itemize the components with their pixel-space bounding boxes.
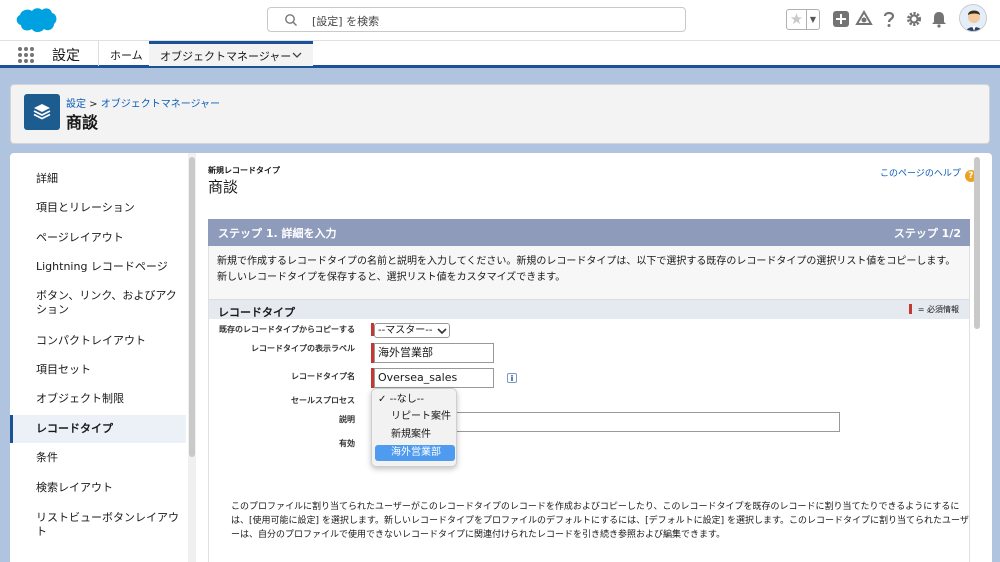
nav-tab-home[interactable]: ホーム: [110, 47, 143, 63]
user-avatar-icon: [960, 5, 986, 31]
sidebar-item-list-view-button-layout[interactable]: リストビューボタンレイアウト: [10, 505, 186, 545]
main-scrollbar[interactable]: [972, 153, 982, 562]
favorites-dropdown-icon[interactable]: ▼: [806, 10, 819, 29]
sidebar-item-label: 項目とリレーション: [36, 201, 135, 214]
section-title: レコードタイプ: [218, 306, 295, 319]
breadcrumb-object-manager-link[interactable]: オブジェクトマネージャー: [101, 99, 220, 110]
intro-text: 新規で作成するレコードタイプの名前と説明を入力してください。新規のレコードタイプ…: [217, 256, 956, 283]
object-sidebar: 詳細 項目とリレーション ページレイアウト Lightning レコードページ …: [10, 153, 188, 562]
sidebar-item-field-sets[interactable]: 項目セット: [10, 356, 186, 384]
main-content: 新規レコードタイプ 商談 このページのヘルプ? ステップ 1. 詳細を入力 ステ…: [196, 153, 982, 562]
chevron-down-icon[interactable]: [292, 50, 302, 60]
record-type-name-label: レコードタイプ名: [291, 372, 355, 381]
app-nav-bar: 設定 ホーム オブジェクトマネージャー: [0, 40, 1000, 68]
global-header: [設定] を検索 ★ ▼: [0, 0, 1000, 40]
sidebar-item-label: Lightning レコードページ: [36, 260, 168, 273]
object-manager-icon: [24, 94, 60, 130]
record-type-form: 既存のレコードタイプからコピーする --マスター-- レコードタイプの表示ラベル…: [209, 319, 969, 562]
page-header: 設定 > オブジェクトマネージャー 商談: [10, 84, 990, 144]
sales-process-label: セールスプロセス: [291, 396, 355, 405]
step-label: ステップ 1. 詳細を入力: [218, 227, 337, 240]
page-title: 商談: [66, 113, 99, 132]
sidebar-item-search-layouts[interactable]: 検索レイアウト: [10, 474, 186, 502]
sidebar-item-label: ページレイアウト: [36, 231, 124, 244]
sidebar-item-label: リストビューボタンレイアウト: [36, 511, 179, 538]
section-header: レコードタイプ = 必須情報: [209, 299, 969, 319]
search-placeholder: [設定] を検索: [312, 15, 380, 28]
sales-process-dropdown[interactable]: ✓ --なし-- リピート案件 新規案件 海外営業部: [371, 388, 457, 467]
sidebar-item-label: ボタン、リンク、およびアクション: [36, 289, 177, 316]
breadcrumb: 設定 > オブジェクトマネージャー: [66, 95, 220, 110]
sidebar-scrollbar-thumb[interactable]: [189, 157, 195, 457]
favorites-star-icon[interactable]: ★: [788, 10, 805, 29]
sidebar-scrollbar[interactable]: [188, 153, 196, 562]
dropdown-option-highlighted[interactable]: 海外営業部: [375, 445, 455, 461]
nav-tab-label: オブジェクトマネージャー: [160, 50, 292, 63]
dropdown-option-label: --なし--: [389, 394, 424, 405]
add-icon[interactable]: [832, 10, 850, 28]
info-icon[interactable]: i: [507, 373, 517, 383]
copy-from-select[interactable]: --マスター--: [374, 323, 450, 338]
favorites-button[interactable]: ★ ▼: [786, 9, 820, 30]
sidebar-item-label: レコードタイプ: [36, 422, 113, 435]
sidebar-item-lightning-record-pages[interactable]: Lightning レコードページ: [10, 253, 186, 281]
sidebar-item-compact-layouts[interactable]: コンパクトレイアウト: [10, 327, 186, 355]
description-label: 説明: [339, 415, 355, 424]
display-label-label: レコードタイプの表示ラベル: [251, 344, 355, 353]
help-link-label: このページのヘルプ: [880, 169, 961, 179]
dropdown-option-label: 新規案件: [391, 429, 431, 440]
sidebar-item-label: コンパクトレイアウト: [36, 334, 146, 347]
sidebar-item-fields[interactable]: 項目とリレーション: [10, 194, 186, 222]
global-search-input[interactable]: [設定] を検索: [267, 7, 686, 32]
sidebar-item-label: 詳細: [36, 172, 58, 185]
help-icon[interactable]: [880, 10, 898, 28]
dropdown-option[interactable]: 新規案件: [375, 427, 455, 443]
step-count: ステップ 1/2: [893, 227, 961, 240]
gear-icon[interactable]: [905, 10, 923, 28]
search-icon: [285, 14, 297, 26]
sidebar-item-label: 項目セット: [36, 363, 91, 376]
bell-icon[interactable]: [930, 10, 948, 28]
sidebar-item-label: 条件: [36, 451, 58, 464]
dropdown-option[interactable]: リピート案件: [375, 409, 455, 425]
profile-assignment-note: このプロファイルに割り当てられたユーザーがこのレコードタイプのレコードを作成およ…: [231, 502, 969, 540]
required-info-legend: = 必須情報: [908, 304, 959, 315]
page-subtitle: 新規レコードタイプ: [208, 166, 280, 175]
copy-from-value: --マスター--: [378, 325, 433, 336]
active-label: 有効: [339, 439, 355, 448]
sidebar-item-details[interactable]: 詳細: [10, 165, 186, 193]
dropdown-option-label: 海外営業部: [391, 447, 441, 458]
copy-from-label: 既存のレコードタイプからコピーする: [219, 325, 355, 334]
user-avatar[interactable]: [959, 4, 987, 32]
sidebar-item-conditions[interactable]: 条件: [10, 444, 186, 472]
sidebar-item-record-types[interactable]: レコードタイプ: [10, 415, 186, 443]
salesforce-cloud-icon[interactable]: [14, 6, 58, 34]
trailhead-icon[interactable]: [855, 10, 873, 28]
main-scrollbar-thumb[interactable]: [974, 157, 980, 329]
sidebar-item-label: オブジェクト制限: [36, 392, 124, 405]
record-type-name-input[interactable]: Oversea_sales: [374, 368, 494, 388]
nav-tab-object-manager[interactable]: オブジェクトマネージャー: [149, 41, 313, 66]
sidebar-item-label: 検索レイアウト: [36, 481, 113, 494]
required-info-text: = 必須情報: [917, 305, 959, 314]
sidebar-item-object-limits[interactable]: オブジェクト制限: [10, 385, 186, 413]
app-launcher-icon[interactable]: [18, 47, 34, 63]
required-marker-icon: [908, 304, 912, 314]
sidebar-item-buttons-links-actions[interactable]: ボタン、リンク、およびアクション: [10, 283, 186, 323]
display-label-input[interactable]: 海外営業部: [374, 343, 494, 363]
dropdown-option-label: リピート案件: [391, 411, 451, 422]
nav-divider: [98, 41, 99, 66]
record-title: 商談: [208, 178, 239, 196]
chevron-down-icon: [437, 328, 447, 335]
sidebar-item-page-layouts[interactable]: ページレイアウト: [10, 224, 186, 252]
dropdown-option[interactable]: ✓ --なし--: [375, 392, 455, 408]
app-name: 設定: [52, 48, 80, 64]
help-link[interactable]: このページのヘルプ?: [880, 166, 977, 182]
step-header: ステップ 1. 詳細を入力 ステップ 1/2: [208, 219, 970, 246]
content-panel: 詳細 項目とリレーション ページレイアウト Lightning レコードページ …: [10, 153, 992, 562]
step-body: 新規で作成するレコードタイプの名前と説明を入力してください。新規のレコードタイプ…: [208, 246, 970, 562]
